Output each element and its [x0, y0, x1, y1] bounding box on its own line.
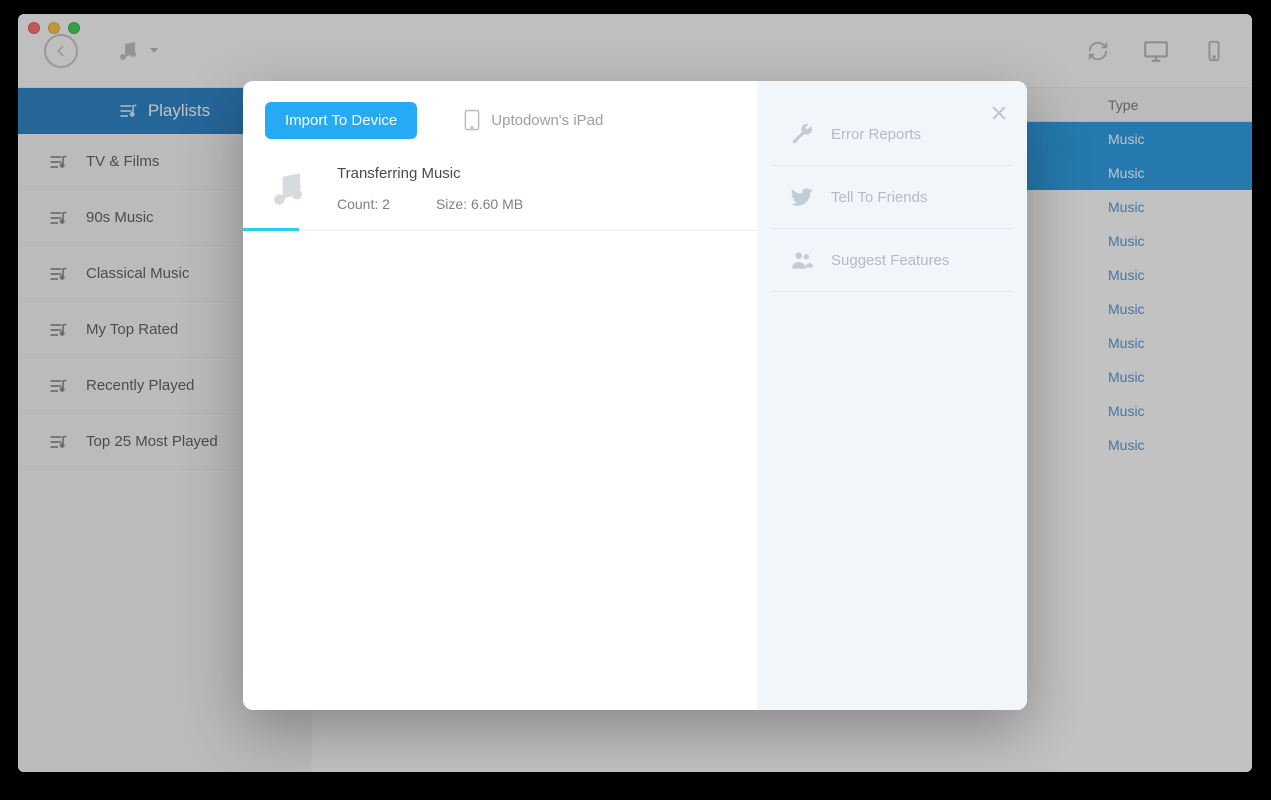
app-window: Playlists TV & Films90s MusicClassical M…: [18, 14, 1252, 772]
close-icon: [989, 103, 1009, 123]
transfer-title: Transferring Music: [337, 165, 523, 182]
modal-sidebar: Error Reports Tell To Friends Suggest Feat…: [757, 81, 1027, 710]
people-icon: [789, 247, 815, 273]
transfer-progress-bar: [243, 228, 299, 231]
modal-action-wrench[interactable]: Error Reports: [771, 103, 1013, 166]
modal-action-twitter[interactable]: Tell To Friends: [771, 166, 1013, 229]
action-label: Tell To Friends: [831, 189, 927, 206]
wrench-icon: [789, 121, 815, 147]
transfer-count: Count: 2: [337, 196, 390, 212]
device-name: Uptodown's iPad: [491, 112, 603, 129]
action-label: Error Reports: [831, 126, 921, 143]
modal-action-people[interactable]: Suggest Features: [771, 229, 1013, 292]
twitter-icon: [789, 184, 815, 210]
modal-header: Import To Device Uptodown's iPad: [243, 81, 757, 159]
action-label: Suggest Features: [831, 252, 949, 269]
tablet-icon: [463, 109, 481, 131]
music-note-icon: [267, 168, 309, 210]
import-to-device-button[interactable]: Import To Device: [265, 102, 417, 139]
import-modal: Import To Device Uptodown's iPad Transfe…: [243, 81, 1027, 710]
modal-main: Import To Device Uptodown's iPad Transfe…: [243, 81, 757, 710]
transfer-status: Transferring Music Count: 2 Size: 6.60 M…: [243, 159, 757, 231]
transfer-size: Size: 6.60 MB: [436, 196, 523, 212]
target-device[interactable]: Uptodown's iPad: [463, 109, 603, 131]
modal-close-button[interactable]: [989, 103, 1009, 123]
